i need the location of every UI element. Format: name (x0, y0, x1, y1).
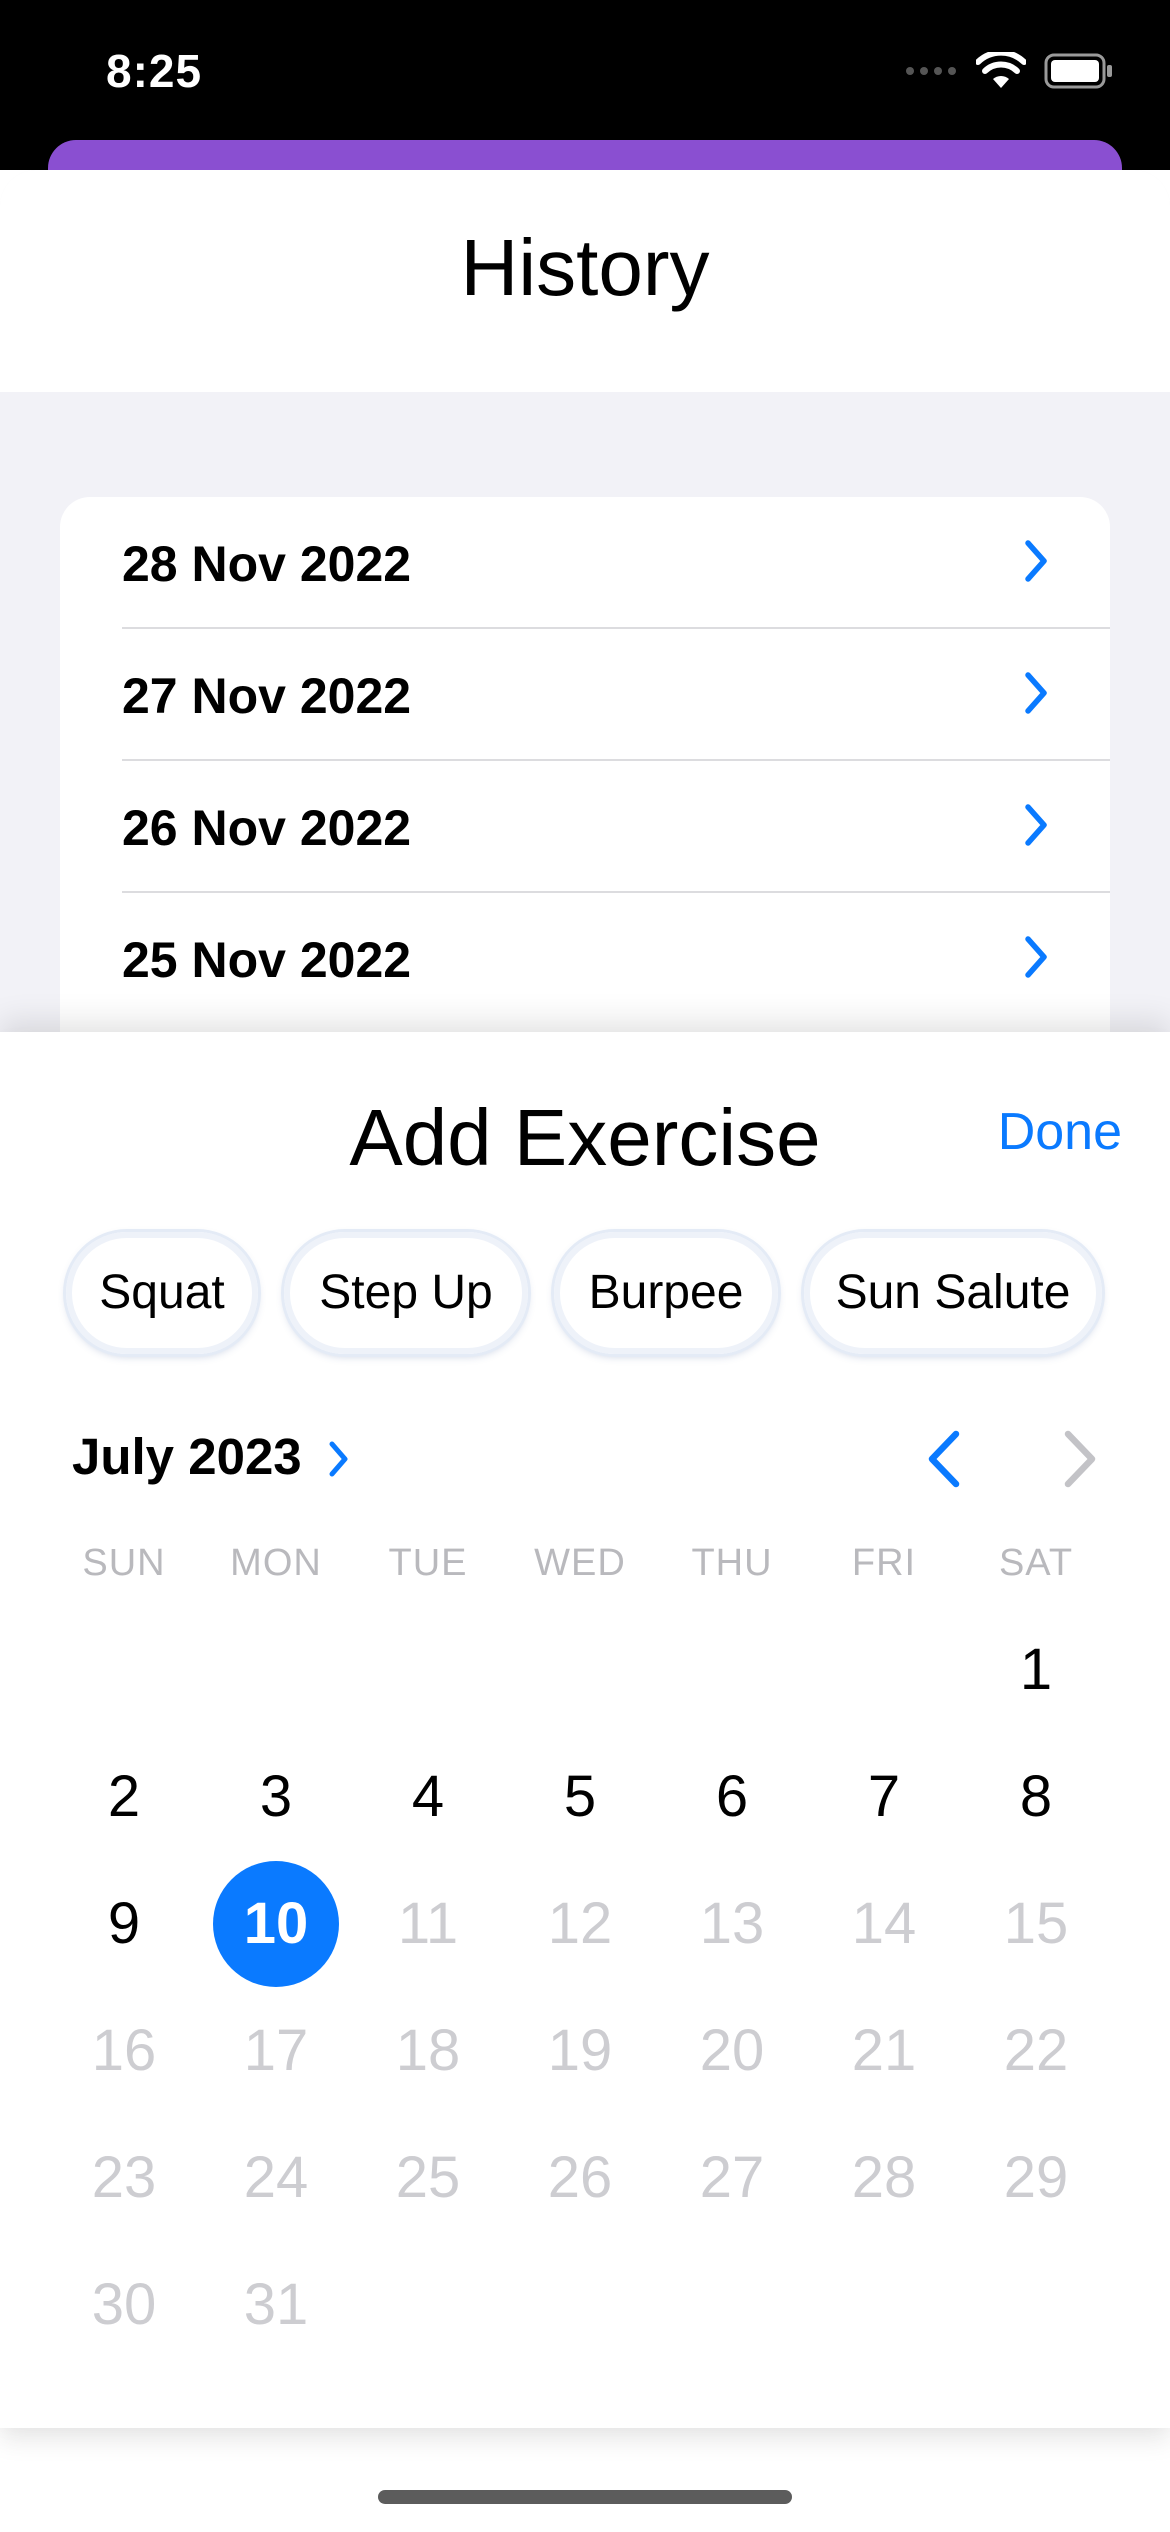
calendar-day: 25 (395, 2145, 461, 2210)
history-row-date: 26 Nov 2022 (122, 800, 412, 856)
calendar-day[interactable]: 4 (352, 1734, 504, 1860)
weekday-label: TUE (388, 1542, 468, 1584)
calendar-day[interactable]: 6 (656, 1734, 808, 1860)
calendar-day: 12 (547, 1891, 613, 1956)
history-row-date: 25 Nov 2022 (122, 932, 412, 988)
month-year-label[interactable]: July 2023 (72, 1427, 302, 1486)
weekday-label: FRI (851, 1542, 917, 1584)
calendar-day: 23 (91, 2145, 157, 2210)
calendar-day[interactable]: 8 (960, 1734, 1112, 1860)
signal-icon (906, 67, 956, 75)
calendar-day: 16 (91, 2018, 157, 2083)
history-list: 28 Nov 2022 27 Nov 2022 26 Nov 2022 25 N… (60, 497, 1110, 1050)
calendar-day: 30 (91, 2272, 157, 2337)
calendar-day: 13 (699, 1891, 765, 1956)
history-row[interactable]: 25 Nov 2022 (60, 893, 1110, 1025)
calendar-day[interactable]: 1 (960, 1607, 1112, 1733)
calendar-day: 18 (395, 2018, 461, 2083)
calendar-day: 15 (1003, 1891, 1069, 1956)
exercise-chip-burpee[interactable]: Burpee (554, 1232, 778, 1354)
calendar-day-selected[interactable]: 10 (200, 1861, 352, 1987)
calendar-day[interactable]: 7 (808, 1734, 960, 1860)
wifi-icon (976, 52, 1026, 88)
calendar-day: 27 (699, 2145, 765, 2210)
calendar-day: 20 (699, 2018, 765, 2083)
history-header: History (0, 170, 1170, 392)
calendar-day: 19 (547, 2018, 613, 2083)
weekday-label: WED (534, 1542, 626, 1584)
weekday-label: MON (230, 1542, 322, 1584)
history-row-date: 27 Nov 2022 (122, 668, 412, 724)
calendar-day: 24 (243, 2145, 309, 2210)
history-row-date: 28 Nov 2022 (122, 536, 412, 592)
calendar-day: 14 (851, 1891, 917, 1956)
battery-icon (1044, 53, 1112, 89)
exercise-chip-step-up[interactable]: Step Up (284, 1232, 528, 1354)
add-exercise-title: Add Exercise (349, 1093, 821, 1182)
history-row[interactable]: 28 Nov 2022 (60, 497, 1110, 629)
home-indicator (378, 2490, 792, 2504)
history-title: History (460, 223, 710, 312)
history-row[interactable]: 27 Nov 2022 (60, 629, 1110, 761)
chevron-right-icon (1025, 540, 1047, 582)
status-icons (906, 52, 1114, 90)
calendar-day: 11 (397, 1891, 459, 1956)
calendar-day[interactable]: 2 (48, 1734, 200, 1860)
calendar-day[interactable]: 5 (504, 1734, 656, 1860)
calendar-day[interactable]: 9 (48, 1861, 200, 1987)
next-month-icon[interactable] (1054, 1428, 1104, 1490)
calendar-day: 21 (851, 2018, 917, 2083)
status-time: 8:25 (106, 45, 203, 97)
calendar-day: 22 (1003, 2018, 1069, 2083)
done-button[interactable]: Done (998, 1102, 1122, 1162)
calendar-day: 26 (547, 2145, 613, 2210)
calendar-day: 31 (243, 2272, 309, 2337)
weekday-label: SUN (82, 1542, 166, 1584)
weekday-label: THU (691, 1542, 773, 1584)
calendar-day: 28 (851, 2145, 917, 2210)
calendar-day[interactable]: 3 (200, 1734, 352, 1860)
weekday-label: SAT (998, 1542, 1074, 1584)
chevron-right-icon (1025, 804, 1047, 846)
previous-month-icon[interactable] (920, 1428, 970, 1490)
history-row[interactable]: 26 Nov 2022 (60, 761, 1110, 893)
chevron-right-icon[interactable] (328, 1440, 350, 1478)
chevron-right-icon (1025, 672, 1047, 714)
chevron-right-icon (1025, 936, 1047, 978)
calendar-day: 17 (243, 2018, 309, 2083)
exercise-chip-sun-salute[interactable]: Sun Salute (804, 1232, 1102, 1354)
calendar-day: 29 (1003, 2145, 1069, 2210)
exercise-chip-squat[interactable]: Squat (66, 1232, 258, 1354)
add-exercise-sheet: Add Exercise Done Squat Step Up Burpee S… (0, 1032, 1170, 2428)
history-sheet: History 28 Nov 2022 27 Nov 2022 26 Nov 2… (0, 170, 1170, 1050)
